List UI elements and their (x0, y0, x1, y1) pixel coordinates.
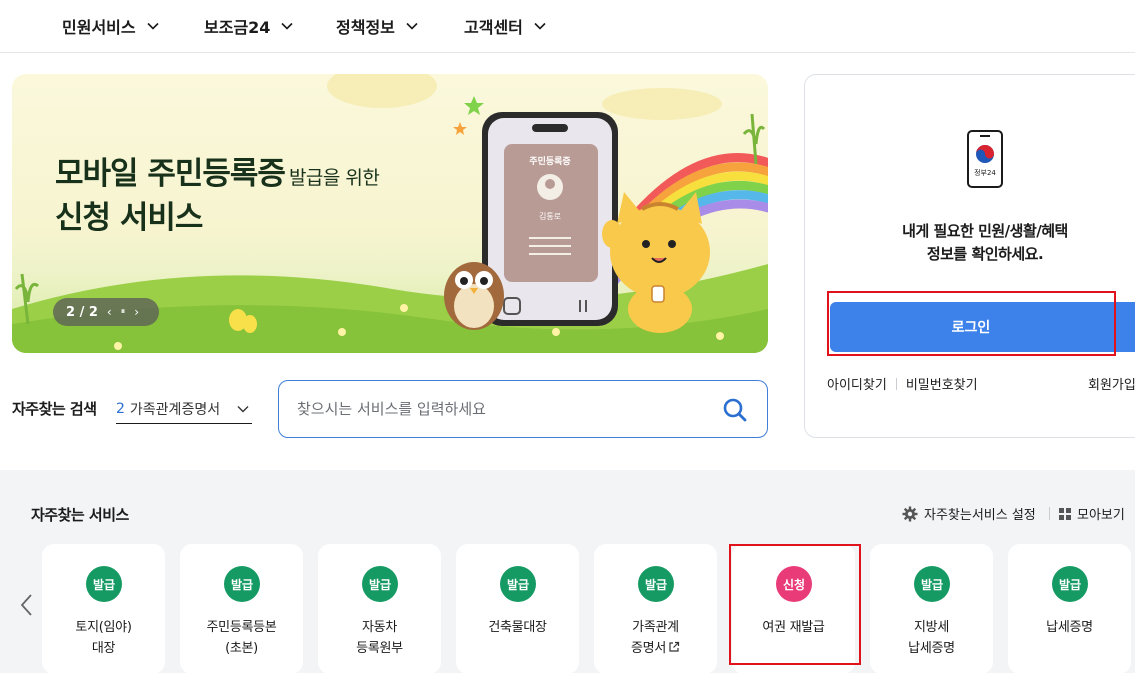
label-line1: 토지(임야) (75, 620, 132, 635)
service-card-building-register[interactable]: 발급 건축물대장 (456, 544, 579, 673)
frequent-services-section: 자주찾는 서비스 자주찾는서비스 설정 모아보기 발급 토지(임야) 대장 발급… (0, 470, 1135, 673)
divider (1049, 507, 1050, 520)
label-line1: 건축물대장 (488, 620, 547, 635)
banner-title-main: 모바일 주민등록증 (55, 156, 286, 192)
external-link-icon (669, 641, 680, 652)
label-line1: 자동차 (362, 620, 397, 635)
label-line2: (초본) (225, 641, 258, 656)
label-line2: 증명서 (631, 641, 666, 656)
chevron-right-icon[interactable]: › (134, 305, 139, 319)
signup-link[interactable]: 회원가입 (1088, 374, 1135, 393)
search-box (278, 380, 768, 438)
login-message-line1: 내게 필요한 민원/생활/혜택 (902, 222, 1068, 240)
service-label: 주민등록등본 (초본) (184, 617, 299, 659)
chevron-down-icon (236, 402, 250, 420)
nav-label: 민원서비스 (62, 18, 136, 37)
nav-label: 정책정보 (336, 18, 395, 37)
section-title: 자주찾는 서비스 (31, 506, 129, 524)
login-panel: 정부24 내게 필요한 민원/생활/혜택 정보를 확인하세요. 로그인 아이디찾… (804, 74, 1135, 438)
nav-label: 고객센터 (464, 18, 523, 37)
chevron-down-icon (146, 19, 160, 33)
top-navigation: 민원서비스 보조금24 정책정보 고객센터 (0, 0, 1135, 53)
find-id-link[interactable]: 아이디찾기 (827, 374, 887, 393)
account-links: 아이디찾기 비밀번호찾기 (827, 374, 978, 393)
chevron-down-icon (280, 19, 294, 33)
search-input[interactable] (297, 395, 697, 423)
frequent-search-label: 자주찾는 검색 (12, 400, 97, 418)
phone-card-title: 주민등록증 (529, 157, 571, 167)
issue-badge: 발급 (500, 566, 536, 602)
login-message-line2: 정보를 확인하세요. (926, 245, 1044, 263)
service-label: 가족관계 증명서 (598, 617, 713, 659)
issue-badge: 발급 (224, 566, 260, 602)
login-message: 내게 필요한 민원/생활/혜택 정보를 확인하세요. (865, 220, 1105, 266)
apply-badge: 신청 (776, 566, 812, 602)
phone-card-name: 김통로 (538, 212, 562, 221)
gov24-app-icon: 정부24 (967, 130, 1003, 188)
issue-badge: 발급 (1052, 566, 1088, 602)
label-line1: 지방세 (914, 620, 949, 635)
find-password-link[interactable]: 비밀번호찾기 (906, 374, 978, 393)
pause-icon[interactable]: ⏸ (121, 307, 126, 317)
select-value: 가족관계증명서 (129, 402, 221, 418)
service-label: 토지(임야) 대장 (46, 617, 161, 659)
link-divider (895, 377, 897, 390)
chevron-down-icon (405, 19, 419, 33)
gov24-app-label: 정부24 (974, 169, 996, 177)
nav-civil-services[interactable]: 민원서비스 (62, 14, 160, 38)
label-line2: 납세증명 (908, 641, 955, 656)
service-card-vehicle-register[interactable]: 발급 자동차 등록원부 (318, 544, 441, 673)
service-card-passport-reissue[interactable]: 신청 여권 재발급 (732, 544, 855, 673)
issue-badge: 발급 (638, 566, 674, 602)
select-rank: 2 (116, 401, 125, 417)
chevron-left-icon[interactable]: ‹ (107, 305, 112, 319)
issue-badge: 발급 (914, 566, 950, 602)
label-line1: 납세증명 (1046, 620, 1093, 635)
service-label: 건축물대장 (460, 617, 575, 638)
service-card-local-tax-certificate[interactable]: 발급 지방세 납세증명 (870, 544, 993, 673)
grid-icon (1059, 507, 1071, 520)
service-card-land-register[interactable]: 발급 토지(임야) 대장 (42, 544, 165, 673)
search-icon[interactable] (721, 396, 749, 424)
issue-badge: 발급 (86, 566, 122, 602)
service-label: 납세증명 (1012, 617, 1127, 638)
service-card-tax-certificate[interactable]: 발급 납세증명 (1008, 544, 1131, 673)
service-card-family-relation[interactable]: 발급 가족관계 증명서 (594, 544, 717, 673)
label-line1: 여권 재발급 (762, 620, 825, 635)
chevron-down-icon (533, 19, 547, 33)
label-line2: 등록원부 (356, 641, 403, 656)
banner-pager: 2 / 2 ‹ ⏸ › (53, 298, 159, 326)
gear-icon (902, 506, 918, 521)
label-line1: 가족관계 (632, 620, 679, 635)
service-label: 자동차 등록원부 (322, 617, 437, 659)
service-card-resident-register[interactable]: 발급 주민등록등본 (초본) (180, 544, 303, 673)
login-button-highlight (827, 291, 1116, 356)
frequent-search-select[interactable]: 2 가족관계증명서 (116, 395, 252, 424)
view-all-label: 모아보기 (1077, 508, 1125, 523)
service-label: 여권 재발급 (736, 617, 851, 638)
nav-customer-center[interactable]: 고객센터 (464, 14, 547, 38)
banner-title-small: 발급을 위한 (288, 167, 380, 189)
nav-policy-info[interactable]: 정책정보 (336, 14, 419, 38)
services-settings-button[interactable]: 자주찾는서비스 설정 (902, 504, 1036, 523)
carousel-prev-icon[interactable] (17, 593, 37, 617)
issue-badge: 발급 (362, 566, 398, 602)
service-label: 지방세 납세증명 (874, 617, 989, 659)
view-all-button[interactable]: 모아보기 (1059, 504, 1125, 523)
promo-banner[interactable]: 모바일 주민등록증 발급을 위한 신청 서비스 주민등록증 김통로 2 / 2 ‹… (12, 74, 768, 353)
label-line2: 대장 (91, 641, 116, 656)
label-line1: 주민등록등본 (206, 620, 277, 635)
banner-title-line2: 신청 서비스 (55, 200, 203, 236)
banner-title-line1: 모바일 주민등록증 발급을 위한 (55, 148, 380, 193)
nav-subsidy24[interactable]: 보조금24 (204, 14, 294, 38)
nav-label: 보조금24 (204, 18, 271, 37)
pager-count: 2 / 2 (66, 304, 98, 320)
settings-label: 자주찾는서비스 설정 (924, 508, 1036, 523)
